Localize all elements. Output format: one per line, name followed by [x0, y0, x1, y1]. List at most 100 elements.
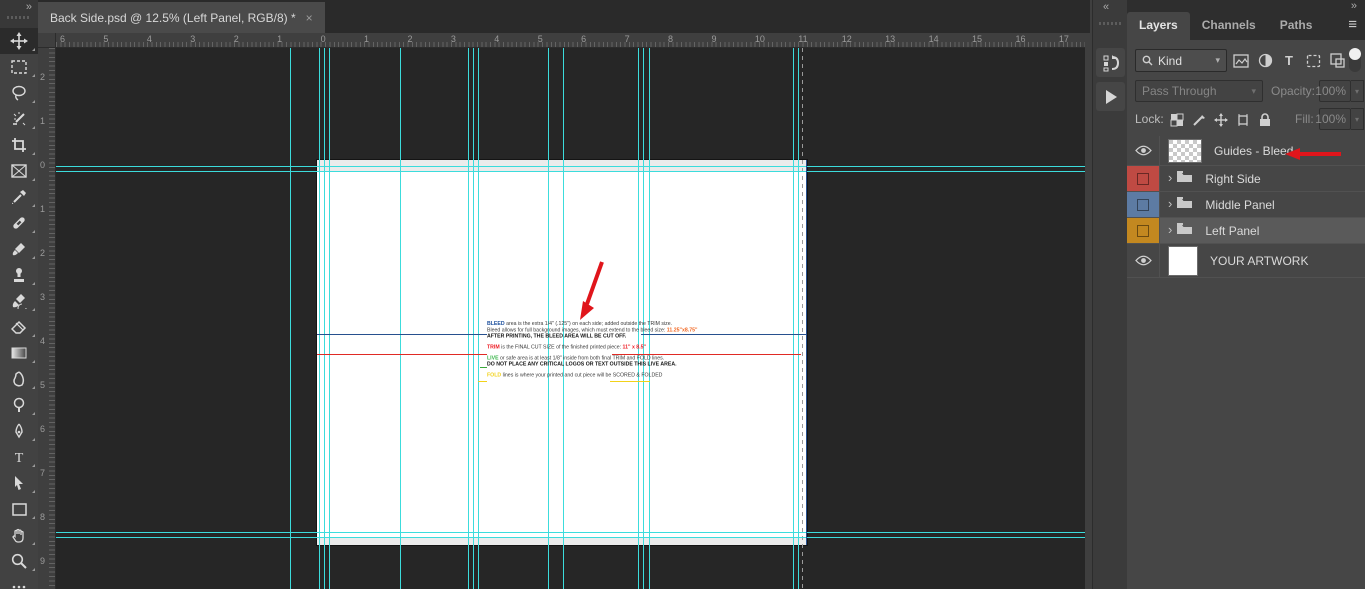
dodge-tool[interactable]	[0, 392, 38, 418]
magic-wand-tool[interactable]	[0, 106, 38, 132]
visibility-empty-icon[interactable]	[1137, 224, 1149, 237]
layer-row-right-side[interactable]: › Right Side	[1127, 166, 1365, 192]
fill-chevron-icon[interactable]: ▾	[1351, 108, 1364, 130]
printing-spec-text: BLEED area is the extra 1/4" (.125") on …	[487, 321, 697, 379]
guide-vertical	[468, 48, 469, 589]
edit-toolbar[interactable]	[0, 574, 38, 589]
layer-color-label[interactable]	[1127, 192, 1160, 217]
hand-tool[interactable]	[0, 522, 38, 548]
visibility-eye-icon[interactable]	[1127, 136, 1160, 165]
group-expand-chevron-icon[interactable]: ›	[1168, 170, 1172, 185]
layer-name[interactable]: YOUR ARTWORK	[1210, 254, 1308, 268]
group-expand-chevron-icon[interactable]: ›	[1168, 196, 1172, 211]
h-ruler-number: 15	[972, 34, 983, 44]
kind-filter-dropdown[interactable]: Kind ▾	[1135, 49, 1227, 72]
collapse-dock-icon[interactable]: «	[1103, 1, 1109, 13]
ruler-origin-corner[interactable]	[38, 33, 56, 48]
collapse-panel-icon[interactable]: »	[1351, 0, 1357, 12]
svg-text:T: T	[15, 451, 24, 464]
layer-thumbnail[interactable]	[1168, 245, 1198, 276]
lock-artboard-icon[interactable]	[1233, 110, 1253, 130]
toolbar-grip[interactable]	[7, 16, 31, 19]
panel-tab-layers[interactable]: Layers	[1127, 12, 1190, 40]
layer-row-left-panel[interactable]: › Left Panel	[1127, 218, 1365, 244]
filter-type-layers-icon[interactable]: T	[1279, 51, 1299, 70]
filter-smart-objects-icon[interactable]	[1327, 51, 1347, 70]
spot-healing-tool[interactable]	[0, 210, 38, 236]
layer-color-label[interactable]	[1127, 166, 1160, 191]
lock-image-pixels-icon[interactable]	[1189, 110, 1209, 130]
type-tool[interactable]: T	[0, 444, 38, 470]
document-tab[interactable]: Back Side.psd @ 12.5% (Left Panel, RGB/8…	[38, 2, 325, 33]
tools-panel-header[interactable]: »	[0, 0, 38, 28]
v-ruler-number: 3	[40, 292, 46, 302]
blend-mode-dropdown[interactable]: Pass Through ▾	[1135, 80, 1263, 102]
visibility-empty-icon[interactable]	[1137, 172, 1149, 185]
path-selection-tool[interactable]	[0, 470, 38, 496]
folder-icon	[1176, 196, 1193, 214]
opacity-chevron-icon[interactable]: ▾	[1351, 80, 1364, 102]
layer-thumbnail[interactable]	[1168, 138, 1202, 163]
blend-mode-value: Pass Through	[1142, 84, 1217, 98]
clone-stamp-tool[interactable]	[0, 262, 38, 288]
h-ruler-number: 13	[885, 34, 896, 44]
layer-row-middle-panel[interactable]: › Middle Panel	[1127, 192, 1365, 218]
filter-toggle[interactable]	[1349, 48, 1361, 72]
vertical-ruler[interactable]: 2 1 0 1 2 3 4 5 6 7 8 9	[38, 48, 56, 589]
layer-name[interactable]: Guides - Bleed	[1214, 144, 1293, 158]
tools-panel: » T	[0, 0, 38, 589]
layer-name[interactable]: Middle Panel	[1205, 198, 1274, 212]
fill-label: Fill:	[1295, 112, 1314, 126]
frame-tool[interactable]	[0, 158, 38, 184]
filter-shape-layers-icon[interactable]	[1303, 51, 1323, 70]
pen-tool[interactable]	[0, 418, 38, 444]
horizontal-ruler[interactable]: 6 5 4 3 2 1 0 1 2 3 4 5 6 7 8 9 10 11 12 13 14 15 16 17	[56, 33, 1085, 48]
guide-vertical	[329, 48, 330, 589]
filter-pixel-layers-icon[interactable]	[1231, 51, 1251, 70]
lock-position-icon[interactable]	[1211, 110, 1231, 130]
layer-name[interactable]: Left Panel	[1205, 224, 1259, 238]
fill-value[interactable]: 100%	[1315, 108, 1351, 130]
h-ruler-number: 6	[581, 34, 587, 44]
v-ruler-number: 9	[40, 556, 46, 566]
h-ruler-number: 5	[537, 34, 543, 44]
panel-icon-dock: «	[1092, 0, 1127, 589]
smudge-tool[interactable]	[0, 366, 38, 392]
canvas-area[interactable]: BLEED area is the extra 1/4" (.125") on …	[56, 48, 1085, 589]
chevron-down-icon: ▾	[1251, 85, 1256, 96]
rectangle-tool[interactable]	[0, 496, 38, 522]
rectangular-marquee-tool[interactable]	[0, 54, 38, 80]
dock-grip[interactable]	[1099, 22, 1121, 25]
opacity-value[interactable]: 100%	[1315, 80, 1351, 102]
crop-tool[interactable]	[0, 132, 38, 158]
lasso-tool[interactable]	[0, 80, 38, 106]
h-ruler-number: 17	[1058, 34, 1069, 44]
eraser-tool[interactable]	[0, 314, 38, 340]
tab-close-icon[interactable]: ×	[306, 11, 313, 25]
brush-tool[interactable]	[0, 236, 38, 262]
panel-tab-paths[interactable]: Paths	[1268, 12, 1325, 40]
filter-adjustment-layers-icon[interactable]	[1255, 51, 1275, 70]
panel-tab-channels[interactable]: Channels	[1190, 12, 1268, 40]
visibility-eye-icon[interactable]	[1127, 244, 1160, 277]
group-expand-chevron-icon[interactable]: ›	[1168, 222, 1172, 237]
history-panel-icon[interactable]	[1096, 48, 1125, 77]
lock-all-icon[interactable]	[1255, 110, 1275, 130]
expand-toolbar-icon[interactable]: »	[26, 1, 32, 13]
layer-row-your-artwork[interactable]: YOUR ARTWORK	[1127, 244, 1365, 278]
eyedropper-tool[interactable]	[0, 184, 38, 210]
gradient-tool[interactable]	[0, 340, 38, 366]
zoom-tool[interactable]	[0, 548, 38, 574]
history-brush-tool[interactable]	[0, 288, 38, 314]
actions-panel-icon[interactable]	[1096, 82, 1125, 111]
layer-color-label[interactable]	[1127, 218, 1160, 243]
layer-filter-row: Kind ▾ T	[1127, 46, 1365, 76]
layer-name[interactable]: Right Side	[1205, 172, 1260, 186]
lock-transparent-pixels-icon[interactable]	[1167, 110, 1187, 130]
panel-menu-icon[interactable]: ≡	[1348, 16, 1357, 33]
fold-line-left	[478, 381, 487, 382]
guide-horizontal	[56, 532, 1085, 533]
visibility-empty-icon[interactable]	[1137, 198, 1149, 211]
move-tool[interactable]	[0, 28, 38, 54]
guide-vertical	[793, 48, 794, 589]
